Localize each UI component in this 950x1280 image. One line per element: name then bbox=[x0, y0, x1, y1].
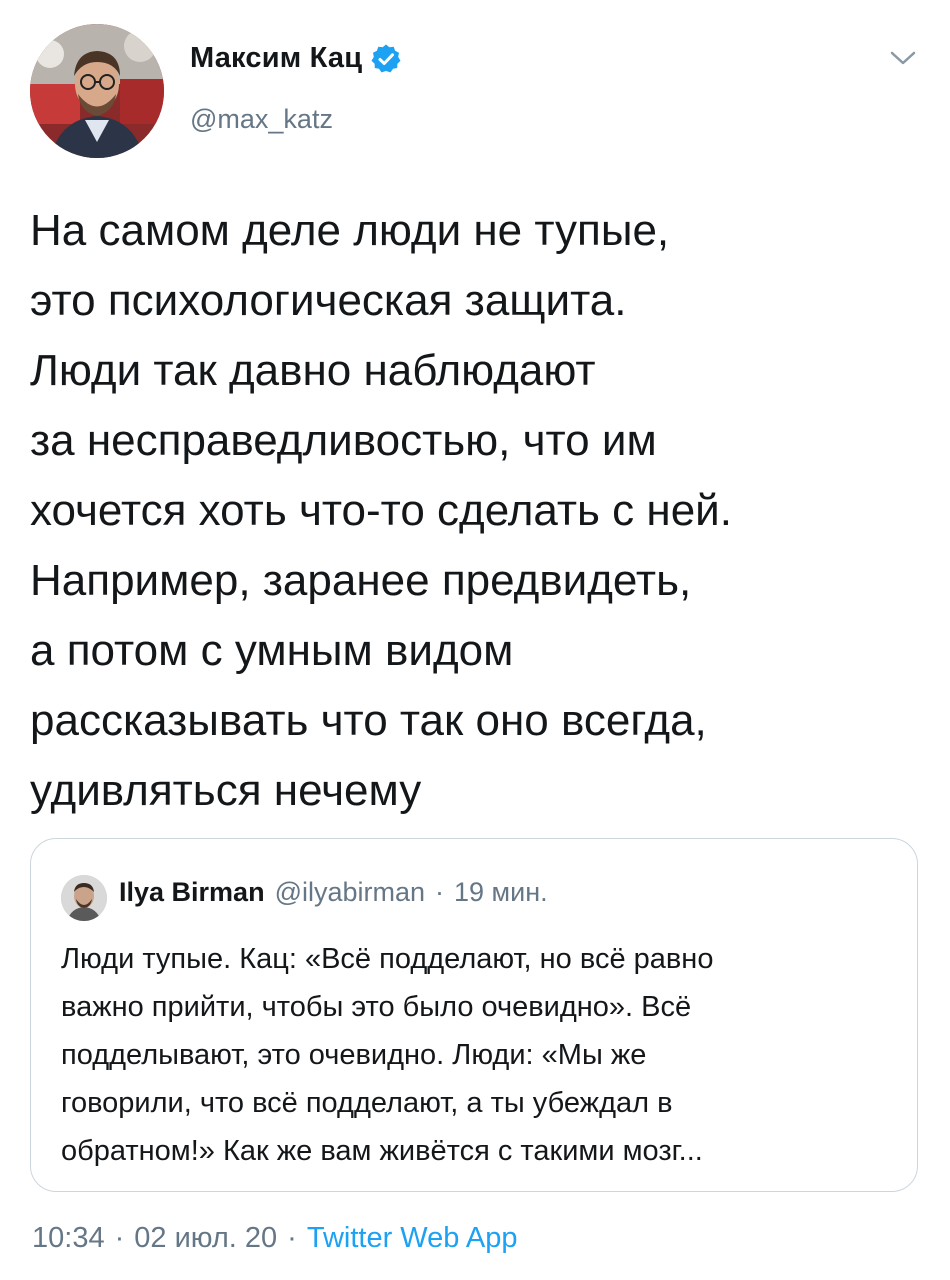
quoted-separator: · bbox=[435, 877, 445, 907]
quoted-author-name[interactable]: Ilya Birman bbox=[119, 877, 265, 908]
quoted-tweet-text: Люди тупые. Кац: «Всё подделают, но всё … bbox=[61, 943, 714, 1167]
tweet-source-link[interactable]: Twitter Web App bbox=[307, 1222, 518, 1255]
verified-badge-icon bbox=[370, 43, 402, 75]
quoted-timestamp[interactable]: 19 мин. bbox=[454, 877, 548, 908]
metadata-separator: · bbox=[114, 1222, 125, 1254]
author-name-row: Максим Кац bbox=[190, 42, 402, 75]
quoted-author-avatar[interactable] bbox=[61, 875, 107, 921]
avatar-photo-icon bbox=[30, 24, 164, 158]
tweet-text: На самом деле люди не тупые, это психоло… bbox=[30, 206, 732, 815]
quoted-avatar-photo-icon bbox=[61, 875, 107, 921]
tweet-metadata: 10:34 · 02 июл. 20 · Twitter Web App bbox=[32, 1222, 517, 1255]
author-name[interactable]: Максим Кац bbox=[190, 42, 362, 75]
quoted-author-handle[interactable]: @ilyabirman bbox=[275, 877, 425, 908]
quoted-tweet-card[interactable]: Ilya Birman @ilyabirman · 19 мин. Люди т… bbox=[30, 838, 918, 1192]
author-avatar[interactable] bbox=[30, 24, 164, 158]
tweet-time[interactable]: 10:34 bbox=[32, 1222, 105, 1255]
author-handle[interactable]: @max_katz bbox=[190, 104, 333, 135]
chevron-down-icon[interactable] bbox=[888, 48, 918, 68]
quoted-tweet-header: Ilya Birman @ilyabirman · 19 мин. bbox=[119, 877, 548, 908]
tweet-date[interactable]: 02 июл. 20 bbox=[134, 1222, 277, 1255]
metadata-separator: · bbox=[287, 1222, 297, 1254]
tweet: Максим Кац @max_katz На самом деле люди … bbox=[0, 0, 950, 1280]
